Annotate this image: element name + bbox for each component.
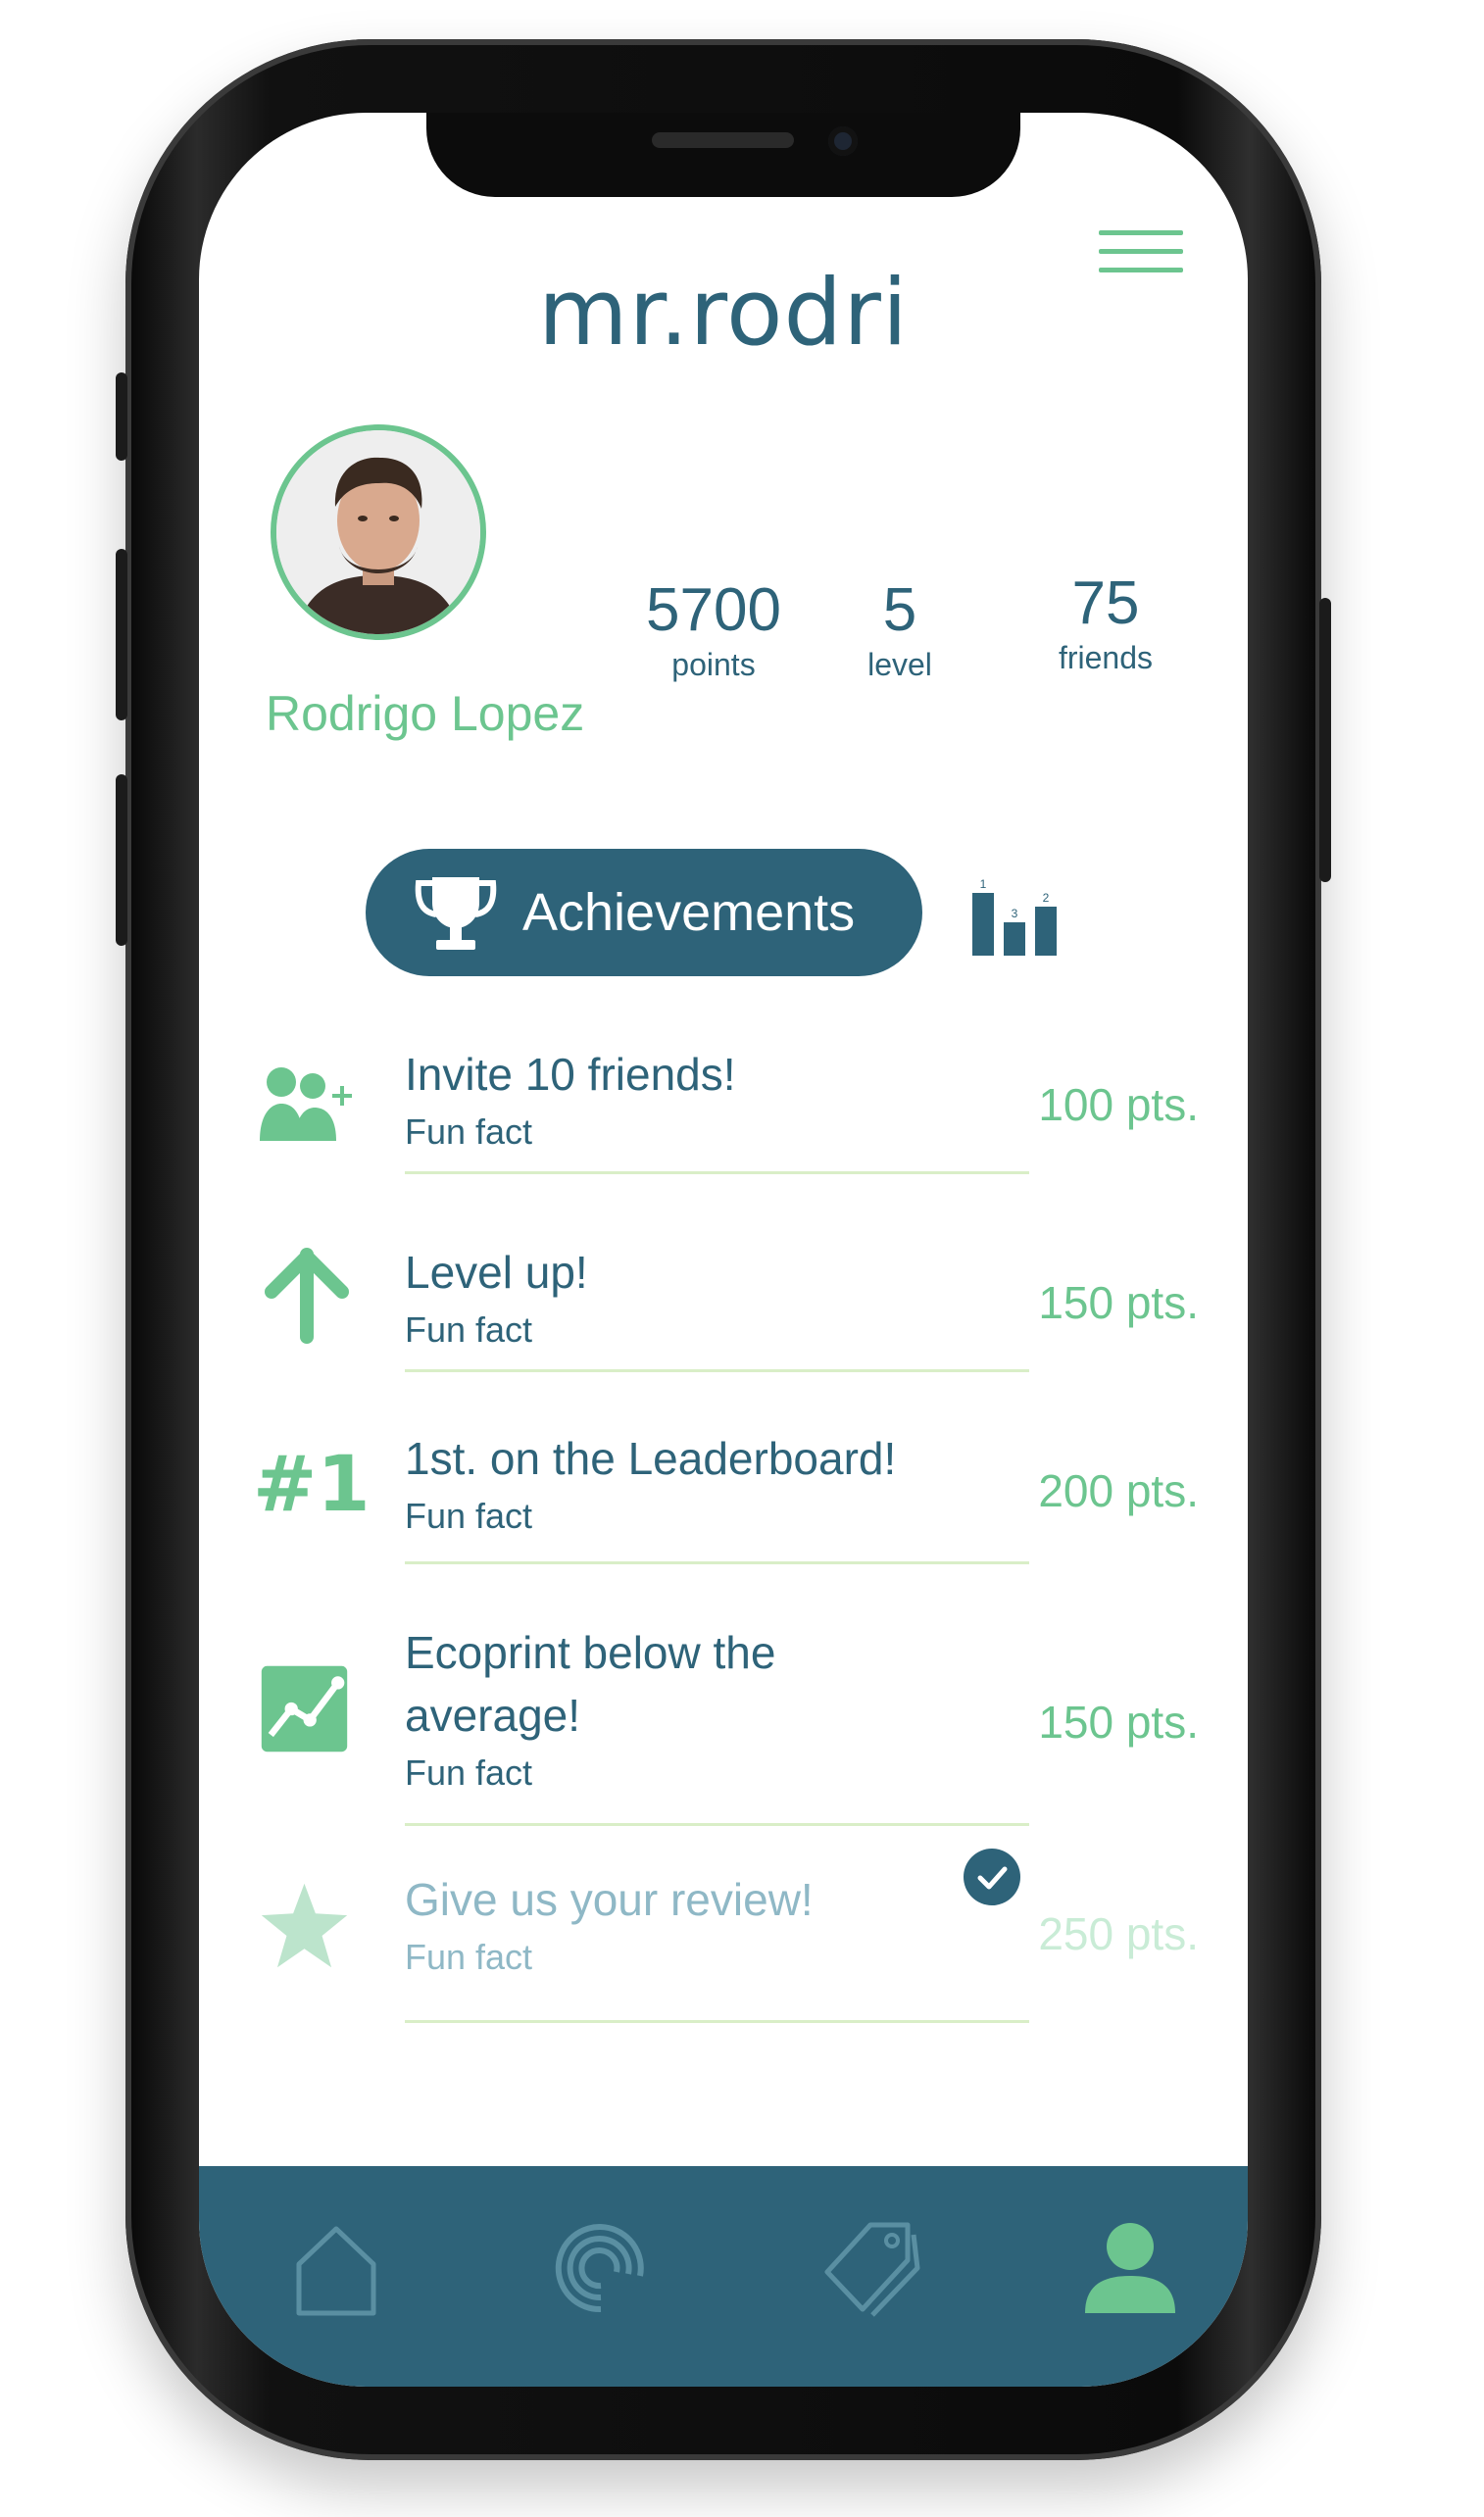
notch <box>426 113 1020 197</box>
achievement-points: 100 pts. <box>1038 1079 1199 1130</box>
add-friends-icon <box>260 1067 352 1141</box>
user-full-name: Rodrigo Lopez <box>266 686 585 741</box>
achievement-points: 150 pts. <box>1038 1277 1199 1328</box>
stat-friends: 75 friends <box>1022 573 1189 676</box>
stat-level-value: 5 <box>882 576 917 644</box>
leaderboard-podium-icon[interactable]: 1 3 2 <box>968 877 1062 956</box>
mute-switch <box>116 372 127 461</box>
achievement-subtitle: Fun fact <box>405 1309 533 1350</box>
divider <box>405 2020 1029 2023</box>
app-screen: mr.rodri Rodrigo Lopez 5700 points 5 lev… <box>199 113 1248 2387</box>
star-icon <box>261 1883 348 1968</box>
tags-icon[interactable] <box>812 2215 929 2323</box>
stat-level-label: level <box>867 647 932 682</box>
stat-friends-value: 75 <box>1071 569 1140 637</box>
page-title: mr.rodri <box>538 260 909 367</box>
achievement-title: Ecoprint below the average! <box>405 1627 776 1741</box>
stat-points-value: 5700 <box>646 576 781 644</box>
tab-achievements-label: Achievements <box>522 883 856 942</box>
home-icon[interactable] <box>277 2215 395 2323</box>
stat-level: 5 level <box>841 580 959 683</box>
achievement-subtitle: Fun fact <box>405 1752 533 1793</box>
stat-points: 5700 points <box>640 580 787 683</box>
achievement-points: 150 pts. <box>1038 1697 1199 1748</box>
divider <box>405 1171 1029 1174</box>
volume-down-button <box>116 774 127 946</box>
achievement-title: 1st. on the Leaderboard! <box>405 1433 897 1484</box>
achievement-subtitle: Fun fact <box>405 1496 533 1536</box>
arrow-up-icon <box>265 1248 349 1344</box>
trend-chart-icon <box>261 1665 348 1752</box>
achievement-subtitle: Fun fact <box>405 1937 533 1977</box>
spiral-icon[interactable] <box>542 2215 660 2323</box>
achievement-points: 200 pts. <box>1038 1465 1199 1516</box>
person-photo-icon <box>276 430 480 634</box>
trophy-icon <box>415 877 497 950</box>
achievement-subtitle: Fun fact <box>405 1111 533 1152</box>
achievement-title: Level up! <box>405 1247 588 1298</box>
avatar[interactable] <box>271 424 486 640</box>
person-icon[interactable] <box>1071 2215 1189 2323</box>
achievement-title: Give us your review! <box>405 1874 814 1925</box>
divider <box>405 1369 1029 1372</box>
bottom-navigation <box>199 2166 1248 2387</box>
tab-achievements[interactable]: Achievements <box>366 849 922 976</box>
number-one-icon: #1 <box>253 1441 371 1529</box>
divider <box>405 1561 1029 1564</box>
volume-up-button <box>116 549 127 720</box>
speaker-grille <box>652 132 794 148</box>
stat-friends-label: friends <box>1058 640 1154 675</box>
podium-number-2: 2 <box>1043 891 1050 905</box>
podium-number-1: 1 <box>980 877 987 891</box>
podium-number-3: 3 <box>1012 907 1018 920</box>
front-camera <box>828 126 858 156</box>
divider <box>405 1823 1029 1826</box>
achievement-title: Invite 10 friends! <box>405 1049 736 1100</box>
completed-check-icon <box>964 1849 1020 1905</box>
power-button <box>1319 598 1331 882</box>
stat-points-label: points <box>671 647 756 682</box>
achievement-points: 250 pts. <box>1038 1908 1199 1959</box>
